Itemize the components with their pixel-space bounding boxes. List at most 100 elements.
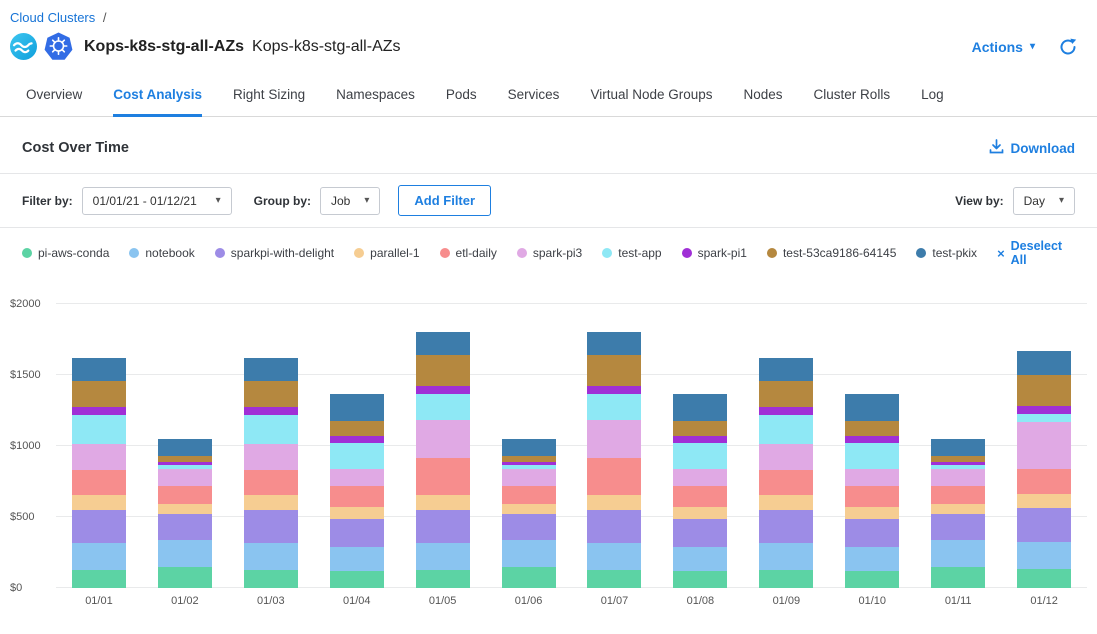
- bar-segment-test-53ca9186-64145[interactable]: [416, 355, 470, 386]
- bar-segment-test-pkix[interactable]: [931, 439, 985, 456]
- bar-segment-notebook[interactable]: [330, 547, 384, 571]
- bar-segment-parallel-1[interactable]: [330, 507, 384, 519]
- bar-segment-notebook[interactable]: [416, 543, 470, 569]
- bar-segment-spark-pi1[interactable]: [244, 407, 298, 415]
- bar-segment-sparkpi-with-delight[interactable]: [330, 519, 384, 547]
- bar-segment-pi-aws-conda[interactable]: [1017, 569, 1071, 588]
- bar-segment-spark-pi3[interactable]: [416, 420, 470, 458]
- tab-services[interactable]: Services: [508, 77, 560, 117]
- bar-segment-sparkpi-with-delight[interactable]: [931, 514, 985, 540]
- bar-segment-test-53ca9186-64145[interactable]: [1017, 375, 1071, 406]
- bar-segment-pi-aws-conda[interactable]: [72, 570, 126, 588]
- bar-segment-etl-daily[interactable]: [587, 458, 641, 495]
- bar-segment-sparkpi-with-delight[interactable]: [72, 510, 126, 543]
- bar-segment-test-app[interactable]: [759, 415, 813, 444]
- bar-segment-spark-pi3[interactable]: [931, 469, 985, 485]
- legend-item-test-53ca9186-64145[interactable]: test-53ca9186-64145: [767, 246, 896, 260]
- legend-item-pi-aws-conda[interactable]: pi-aws-conda: [22, 246, 109, 260]
- bar-segment-test-app[interactable]: [244, 415, 298, 444]
- bar-segment-sparkpi-with-delight[interactable]: [587, 510, 641, 543]
- bar-segment-test-app[interactable]: [416, 394, 470, 420]
- tab-nodes[interactable]: Nodes: [744, 77, 783, 117]
- bar-segment-etl-daily[interactable]: [1017, 469, 1071, 494]
- bar-segment-pi-aws-conda[interactable]: [673, 571, 727, 588]
- bar-segment-parallel-1[interactable]: [931, 504, 985, 515]
- bar-segment-spark-pi3[interactable]: [72, 444, 126, 470]
- bar-segment-notebook[interactable]: [845, 547, 899, 571]
- bar-segment-spark-pi3[interactable]: [845, 469, 899, 486]
- bar-segment-parallel-1[interactable]: [673, 507, 727, 519]
- bar-segment-etl-daily[interactable]: [244, 470, 298, 495]
- bar-segment-spark-pi3[interactable]: [1017, 422, 1071, 469]
- bar-segment-sparkpi-with-delight[interactable]: [158, 514, 212, 540]
- view-by-select[interactable]: Day ▾: [1013, 187, 1075, 215]
- bar-segment-pi-aws-conda[interactable]: [416, 570, 470, 588]
- bar-segment-spark-pi1[interactable]: [587, 386, 641, 395]
- stacked-bar-01-01[interactable]: [72, 358, 126, 588]
- date-range-select[interactable]: 01/01/21 - 01/12/21 ▾: [82, 187, 232, 215]
- stacked-bar-01-08[interactable]: [673, 394, 727, 588]
- bar-segment-spark-pi3[interactable]: [587, 420, 641, 458]
- stacked-bar-01-04[interactable]: [330, 394, 384, 588]
- stacked-bar-01-07[interactable]: [587, 332, 641, 588]
- bar-segment-test-pkix[interactable]: [330, 394, 384, 421]
- bar-segment-test-53ca9186-64145[interactable]: [72, 381, 126, 407]
- bar-segment-notebook[interactable]: [759, 543, 813, 570]
- bar-segment-sparkpi-with-delight[interactable]: [845, 519, 899, 547]
- tab-cost-analysis[interactable]: Cost Analysis: [113, 77, 202, 117]
- stacked-bar-01-03[interactable]: [244, 358, 298, 588]
- bar-segment-test-pkix[interactable]: [759, 358, 813, 381]
- stacked-bar-01-05[interactable]: [416, 332, 470, 588]
- legend-item-test-app[interactable]: test-app: [602, 246, 661, 260]
- bar-segment-notebook[interactable]: [158, 540, 212, 567]
- bar-segment-etl-daily[interactable]: [759, 470, 813, 495]
- bar-segment-parallel-1[interactable]: [158, 504, 212, 515]
- tab-virtual-node-groups[interactable]: Virtual Node Groups: [590, 77, 712, 117]
- bar-segment-test-app[interactable]: [587, 394, 641, 420]
- bar-segment-test-pkix[interactable]: [244, 358, 298, 381]
- bar-segment-test-pkix[interactable]: [158, 439, 212, 456]
- bar-segment-parallel-1[interactable]: [1017, 494, 1071, 509]
- legend-item-notebook[interactable]: notebook: [129, 246, 194, 260]
- stacked-bar-01-09[interactable]: [759, 358, 813, 588]
- bar-segment-test-53ca9186-64145[interactable]: [673, 421, 727, 436]
- download-button[interactable]: Download: [989, 139, 1076, 157]
- stacked-bar-01-10[interactable]: [845, 394, 899, 588]
- bar-segment-spark-pi3[interactable]: [244, 444, 298, 470]
- bar-segment-sparkpi-with-delight[interactable]: [759, 510, 813, 543]
- bar-segment-spark-pi1[interactable]: [1017, 406, 1071, 415]
- bar-segment-test-app[interactable]: [330, 443, 384, 469]
- deselect-all-button[interactable]: × Deselect All: [997, 239, 1075, 267]
- bar-segment-sparkpi-with-delight[interactable]: [673, 519, 727, 547]
- bar-segment-etl-daily[interactable]: [416, 458, 470, 495]
- bar-segment-spark-pi3[interactable]: [330, 469, 384, 486]
- bar-segment-parallel-1[interactable]: [72, 495, 126, 510]
- bar-segment-test-53ca9186-64145[interactable]: [587, 355, 641, 386]
- bar-segment-spark-pi1[interactable]: [673, 436, 727, 443]
- bar-segment-test-app[interactable]: [1017, 414, 1071, 422]
- legend-item-spark-pi3[interactable]: spark-pi3: [517, 246, 582, 260]
- bar-segment-spark-pi1[interactable]: [330, 436, 384, 443]
- bar-segment-notebook[interactable]: [502, 540, 556, 567]
- legend-item-sparkpi-with-delight[interactable]: sparkpi-with-delight: [215, 246, 334, 260]
- bar-segment-parallel-1[interactable]: [845, 507, 899, 519]
- bar-segment-test-53ca9186-64145[interactable]: [330, 421, 384, 436]
- tab-pods[interactable]: Pods: [446, 77, 477, 117]
- stacked-bar-01-06[interactable]: [502, 439, 556, 588]
- bar-segment-pi-aws-conda[interactable]: [330, 571, 384, 588]
- bar-segment-spark-pi3[interactable]: [502, 469, 556, 485]
- bar-segment-spark-pi3[interactable]: [673, 469, 727, 486]
- legend-item-spark-pi1[interactable]: spark-pi1: [682, 246, 747, 260]
- bar-segment-etl-daily[interactable]: [931, 486, 985, 504]
- bar-segment-spark-pi1[interactable]: [416, 386, 470, 395]
- bar-segment-test-pkix[interactable]: [845, 394, 899, 421]
- tab-log[interactable]: Log: [921, 77, 944, 117]
- bar-segment-parallel-1[interactable]: [502, 504, 556, 515]
- refresh-icon[interactable]: [1059, 38, 1077, 56]
- actions-button[interactable]: Actions ▾: [972, 39, 1035, 55]
- bar-segment-sparkpi-with-delight[interactable]: [1017, 508, 1071, 541]
- bar-segment-test-pkix[interactable]: [416, 332, 470, 355]
- bar-segment-spark-pi3[interactable]: [759, 444, 813, 470]
- bar-segment-notebook[interactable]: [244, 543, 298, 570]
- bar-segment-etl-daily[interactable]: [502, 486, 556, 504]
